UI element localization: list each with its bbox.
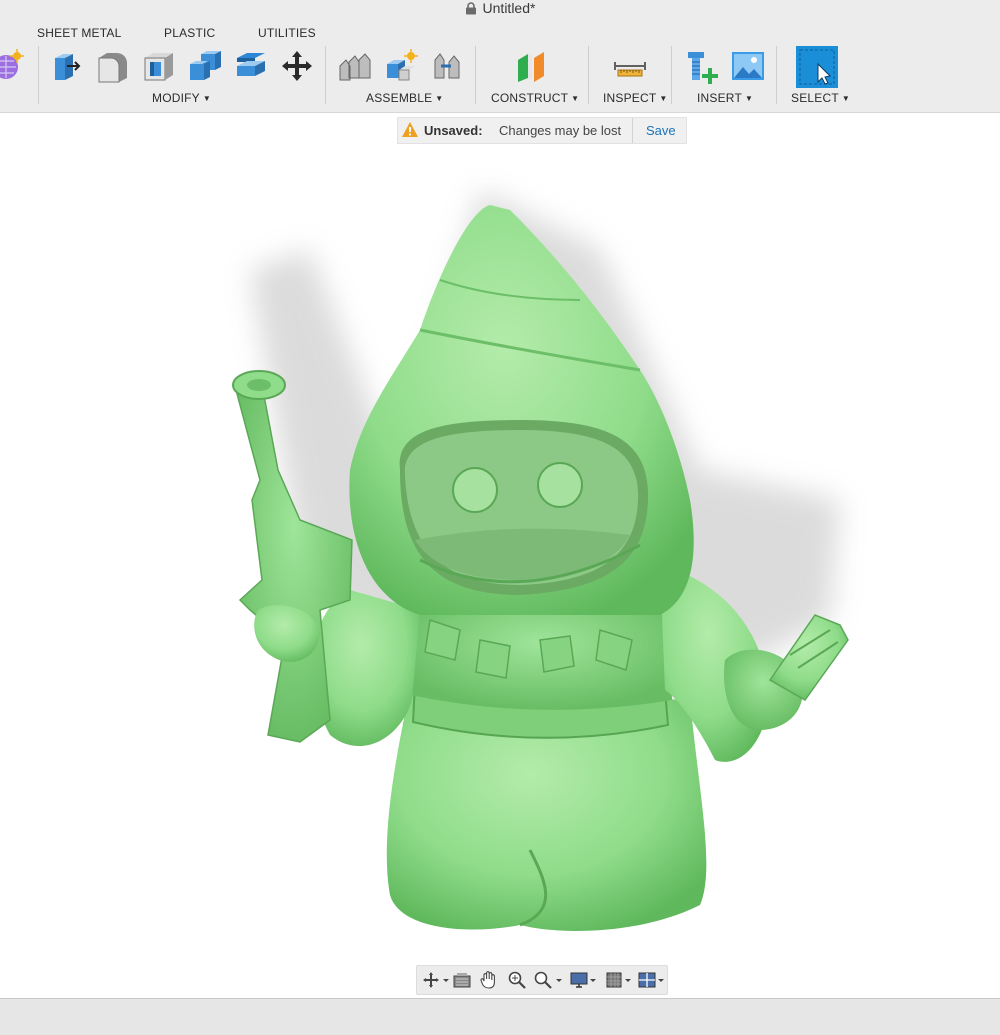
inspect-label: INSPECT bbox=[603, 91, 657, 105]
joint-icon[interactable] bbox=[383, 48, 419, 84]
grid-settings-icon[interactable] bbox=[605, 970, 635, 990]
unsaved-message: Changes may be lost bbox=[499, 123, 622, 138]
move-copy-icon[interactable] bbox=[279, 48, 315, 84]
lock-icon bbox=[465, 2, 477, 18]
chevron-down-icon: ▼ bbox=[659, 94, 668, 103]
chevron-down-icon: ▼ bbox=[202, 94, 211, 103]
toolbar-separator bbox=[325, 46, 326, 104]
select-menu[interactable]: SELECT ▼ bbox=[791, 91, 850, 105]
chevron-down-icon: ▼ bbox=[745, 94, 754, 103]
unsaved-label: Unsaved: bbox=[424, 123, 483, 138]
shell-icon[interactable] bbox=[141, 48, 177, 84]
inspect-menu[interactable]: INSPECT ▼ bbox=[603, 91, 668, 105]
window-title: Untitled* bbox=[0, 0, 1000, 18]
ribbon-toolbar: SHEET METAL PLASTIC UTILITIES MODIFY ▼ AS… bbox=[0, 18, 1000, 113]
new-component-icon[interactable] bbox=[337, 48, 373, 84]
offset-plane-icon[interactable] bbox=[514, 48, 550, 84]
insert-menu[interactable]: INSERT ▼ bbox=[697, 91, 753, 105]
tab-plastic[interactable]: PLASTIC bbox=[164, 26, 215, 40]
status-bar bbox=[0, 998, 1000, 1035]
create-form-icon[interactable] bbox=[0, 48, 24, 84]
construct-label: CONSTRUCT bbox=[491, 91, 569, 105]
select-icon[interactable] bbox=[796, 46, 838, 88]
fit-icon[interactable] bbox=[533, 970, 565, 990]
chevron-down-icon: ▼ bbox=[841, 94, 851, 103]
unsaved-banner: Unsaved: Changes may be lost Save bbox=[397, 117, 687, 144]
insert-mcmaster-icon[interactable] bbox=[684, 48, 720, 84]
modify-menu[interactable]: MODIFY ▼ bbox=[152, 91, 211, 105]
save-button[interactable]: Save bbox=[646, 123, 676, 138]
modify-label: MODIFY bbox=[152, 91, 200, 105]
warning-icon bbox=[401, 121, 419, 141]
toolbar-separator bbox=[38, 46, 39, 104]
construct-menu[interactable]: CONSTRUCT ▼ bbox=[491, 91, 579, 105]
tab-sheet-metal[interactable]: SHEET METAL bbox=[37, 26, 121, 40]
toolbar-separator bbox=[588, 46, 589, 104]
window-title-text: Untitled* bbox=[482, 0, 536, 16]
chevron-down-icon: ▼ bbox=[435, 94, 444, 103]
banner-divider bbox=[632, 118, 633, 143]
insert-canvas-icon[interactable] bbox=[730, 48, 766, 84]
orbit-icon[interactable] bbox=[421, 970, 449, 990]
zoom-icon[interactable] bbox=[507, 970, 527, 990]
assemble-menu[interactable]: ASSEMBLE ▼ bbox=[366, 91, 443, 105]
look-at-icon[interactable] bbox=[452, 970, 472, 990]
3d-model[interactable] bbox=[0, 145, 1000, 995]
pan-icon[interactable] bbox=[479, 970, 499, 990]
navigation-bar bbox=[416, 965, 668, 995]
tab-utilities[interactable]: UTILITIES bbox=[258, 26, 316, 40]
viewports-icon[interactable] bbox=[637, 970, 665, 990]
offset-face-icon[interactable] bbox=[233, 48, 269, 84]
fillet-icon[interactable] bbox=[95, 48, 131, 84]
title-bar: Untitled* bbox=[0, 0, 1000, 18]
measure-icon[interactable] bbox=[612, 48, 648, 84]
display-settings-icon[interactable] bbox=[569, 970, 601, 990]
toolbar-separator bbox=[671, 46, 672, 104]
insert-label: INSERT bbox=[697, 91, 742, 105]
press-pull-icon[interactable] bbox=[49, 48, 85, 84]
toolbar-separator bbox=[776, 46, 777, 104]
as-built-joint-icon[interactable] bbox=[429, 48, 465, 84]
toolbar-separator bbox=[475, 46, 476, 104]
select-label: SELECT bbox=[791, 91, 839, 105]
canvas-viewport[interactable] bbox=[0, 145, 1000, 995]
combine-icon[interactable] bbox=[187, 48, 223, 84]
assemble-label: ASSEMBLE bbox=[366, 91, 433, 105]
chevron-down-icon: ▼ bbox=[571, 94, 580, 103]
